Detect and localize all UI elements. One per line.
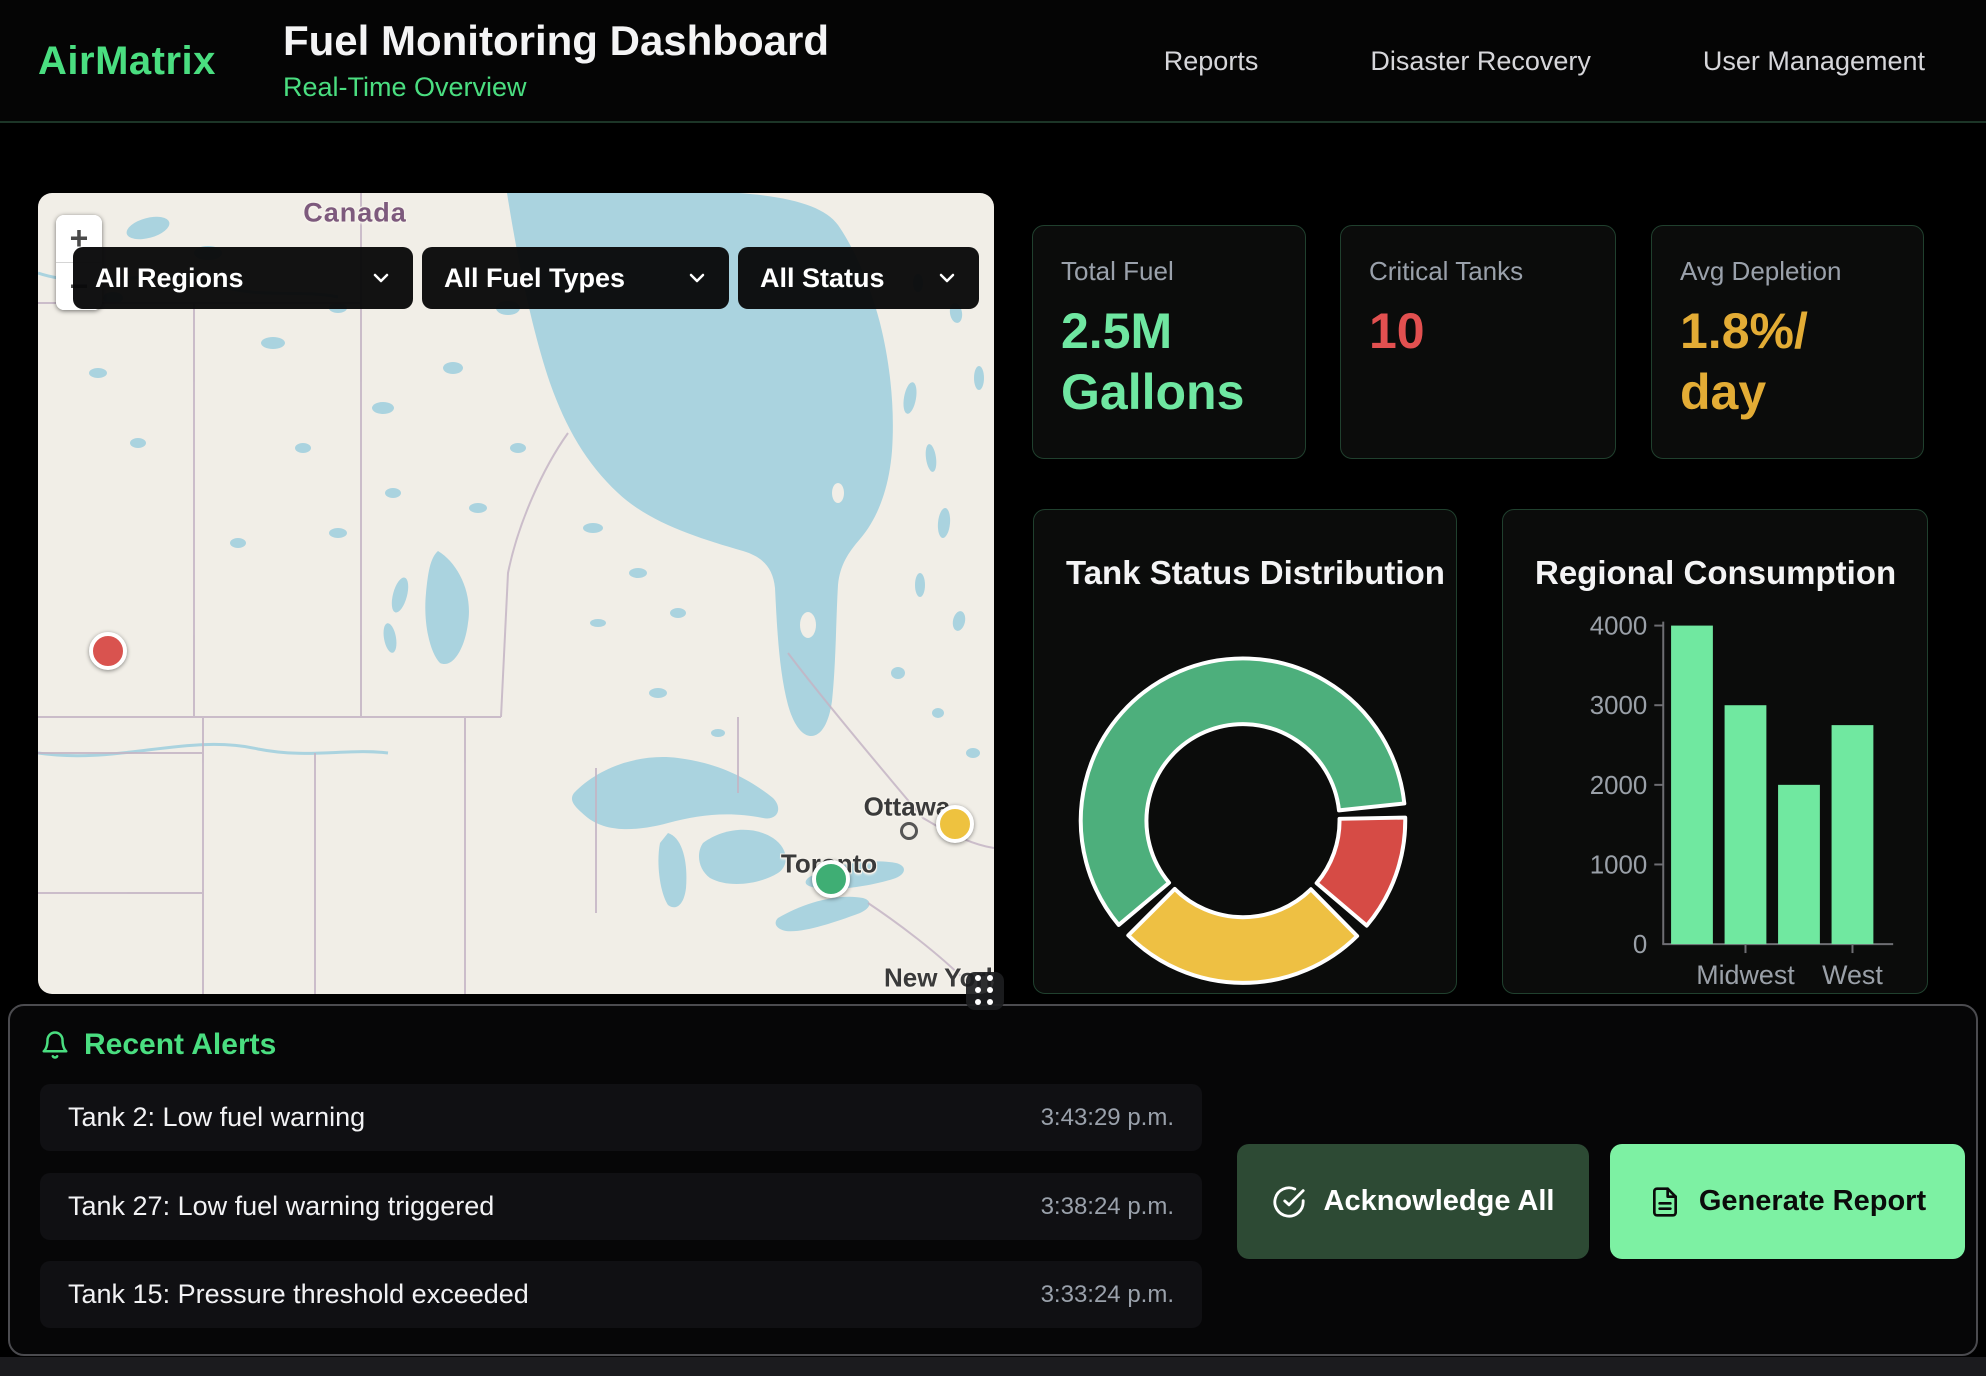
stat-label: Total Fuel — [1061, 256, 1277, 287]
generate-report-label: Generate Report — [1699, 1185, 1926, 1218]
svg-text:2000: 2000 — [1590, 772, 1648, 800]
tank-marker-warning[interactable] — [936, 805, 974, 843]
generate-report-button[interactable]: Generate Report — [1610, 1144, 1965, 1259]
region-filter-dropdown[interactable]: All Regions — [73, 247, 413, 309]
nav-user-management[interactable]: User Management — [1703, 46, 1925, 77]
alert-timestamp: 3:43:29 p.m. — [1041, 1104, 1174, 1132]
tank-status-distribution-card: Tank Status Distribution — [1033, 509, 1457, 994]
fuel-type-filter-value: All Fuel Types — [444, 263, 625, 294]
svg-text:West: West — [1822, 960, 1883, 990]
acknowledge-all-label: Acknowledge All — [1324, 1185, 1555, 1218]
svg-text:1000: 1000 — [1590, 851, 1648, 879]
nav-disaster-recovery[interactable]: Disaster Recovery — [1370, 46, 1591, 77]
fuel-type-filter-dropdown[interactable]: All Fuel Types — [422, 247, 729, 309]
stat-card-critical-tanks: Critical Tanks 10 — [1340, 225, 1616, 459]
main-nav: Reports Disaster Recovery User Managemen… — [1164, 0, 1925, 123]
alert-message: Tank 15: Pressure threshold exceeded — [68, 1279, 529, 1310]
chevron-down-icon — [935, 266, 959, 290]
file-text-icon — [1649, 1186, 1681, 1218]
svg-text:4000: 4000 — [1590, 613, 1648, 641]
alert-timestamp: 3:38:24 p.m. — [1041, 1193, 1174, 1221]
map-filters: All Regions All Fuel Types All Status — [73, 247, 979, 309]
svg-text:Midwest: Midwest — [1696, 960, 1795, 990]
stat-value: 2.5M Gallons — [1061, 301, 1277, 423]
svg-text:3000: 3000 — [1590, 692, 1648, 720]
stat-value: 1.8%/ day — [1680, 301, 1895, 423]
page-subtitle: Real-Time Overview — [283, 72, 829, 103]
page-title: Fuel Monitoring Dashboard — [283, 18, 829, 64]
bottom-scrollbar-track[interactable] — [0, 1357, 1986, 1376]
chevron-down-icon — [369, 266, 393, 290]
map[interactable]: + − All Regions All Fuel Types All Statu… — [38, 193, 994, 994]
map-label-canada: Canada — [303, 198, 407, 229]
stat-label: Avg Depletion — [1680, 256, 1895, 287]
alerts-header: Recent Alerts — [40, 1028, 276, 1062]
alert-row[interactable]: Tank 15: Pressure threshold exceeded 3:3… — [40, 1261, 1202, 1328]
stat-label: Critical Tanks — [1369, 256, 1587, 287]
alert-timestamp: 3:33:24 p.m. — [1041, 1281, 1174, 1309]
ottawa-town-dot — [900, 822, 918, 840]
top-bar: AirMatrix Fuel Monitoring Dashboard Real… — [0, 0, 1986, 123]
stat-card-avg-depletion: Avg Depletion 1.8%/ day — [1651, 225, 1924, 459]
alert-row[interactable]: Tank 27: Low fuel warning triggered 3:38… — [40, 1173, 1202, 1240]
alert-message: Tank 27: Low fuel warning triggered — [68, 1191, 494, 1222]
brand-logo: AirMatrix — [38, 0, 216, 123]
title-block: Fuel Monitoring Dashboard Real-Time Over… — [283, 18, 829, 103]
region-filter-value: All Regions — [95, 263, 244, 294]
status-filter-dropdown[interactable]: All Status — [738, 247, 979, 309]
map-resize-handle[interactable] — [966, 972, 1004, 1010]
stat-card-total-fuel: Total Fuel 2.5M Gallons — [1032, 225, 1306, 459]
nav-reports[interactable]: Reports — [1164, 46, 1259, 77]
svg-text:0: 0 — [1633, 931, 1647, 959]
status-filter-value: All Status — [760, 263, 885, 294]
tank-status-donut-chart — [1034, 510, 1456, 993]
check-circle-icon — [1272, 1185, 1306, 1219]
acknowledge-all-button[interactable]: Acknowledge All — [1237, 1144, 1589, 1259]
regional-consumption-bar-chart: 0 1000 2000 3000 4000 Midwest West — [1503, 510, 1927, 993]
recent-alerts-panel: Recent Alerts Tank 2: Low fuel warning 3… — [8, 1004, 1978, 1356]
stat-value: 10 — [1369, 301, 1587, 362]
bell-icon — [40, 1030, 70, 1060]
alerts-title: Recent Alerts — [84, 1028, 276, 1062]
regional-consumption-card: Regional Consumption 01000200030004000Mi… — [1502, 509, 1928, 994]
tank-marker-normal[interactable] — [812, 860, 850, 898]
alert-message: Tank 2: Low fuel warning — [68, 1102, 365, 1133]
chevron-down-icon — [685, 266, 709, 290]
tank-marker-critical[interactable] — [89, 632, 127, 670]
alert-row[interactable]: Tank 2: Low fuel warning 3:43:29 p.m. — [40, 1084, 1202, 1151]
